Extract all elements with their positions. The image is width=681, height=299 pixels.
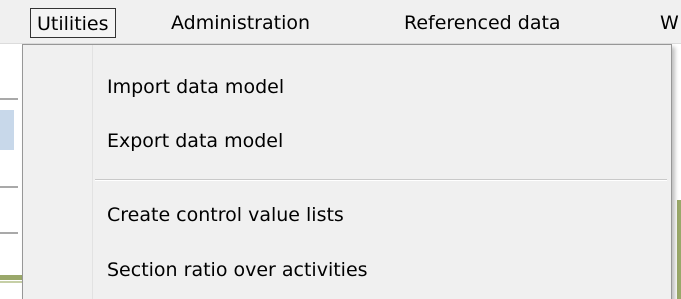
menu-partial-item[interactable]: W [660,8,679,38]
background-accent-edge [677,200,681,299]
application-window: Utilities Administration Referenced data… [0,0,681,299]
menu-item-section-ratio-over-activities[interactable]: Section ratio over activities [107,252,368,288]
utilities-dropdown-menu: Import data model Export data model Crea… [22,44,672,299]
menu-referenced-data[interactable]: Referenced data [404,8,561,38]
background-divider [0,232,18,234]
menu-item-import-data-model[interactable]: Import data model [107,69,284,105]
menu-utilities[interactable]: Utilities [30,8,116,38]
menu-separator [95,179,667,181]
background-divider [0,186,18,188]
background-divider [0,98,18,100]
menu-item-create-control-value-lists[interactable]: Create control value lists [107,197,344,233]
menu-bar: Utilities Administration Referenced data… [0,0,681,44]
menu-icon-gutter [23,45,93,299]
background-selected-row [0,110,14,150]
menu-item-export-data-model[interactable]: Export data model [107,123,283,159]
menu-administration[interactable]: Administration [171,8,310,38]
